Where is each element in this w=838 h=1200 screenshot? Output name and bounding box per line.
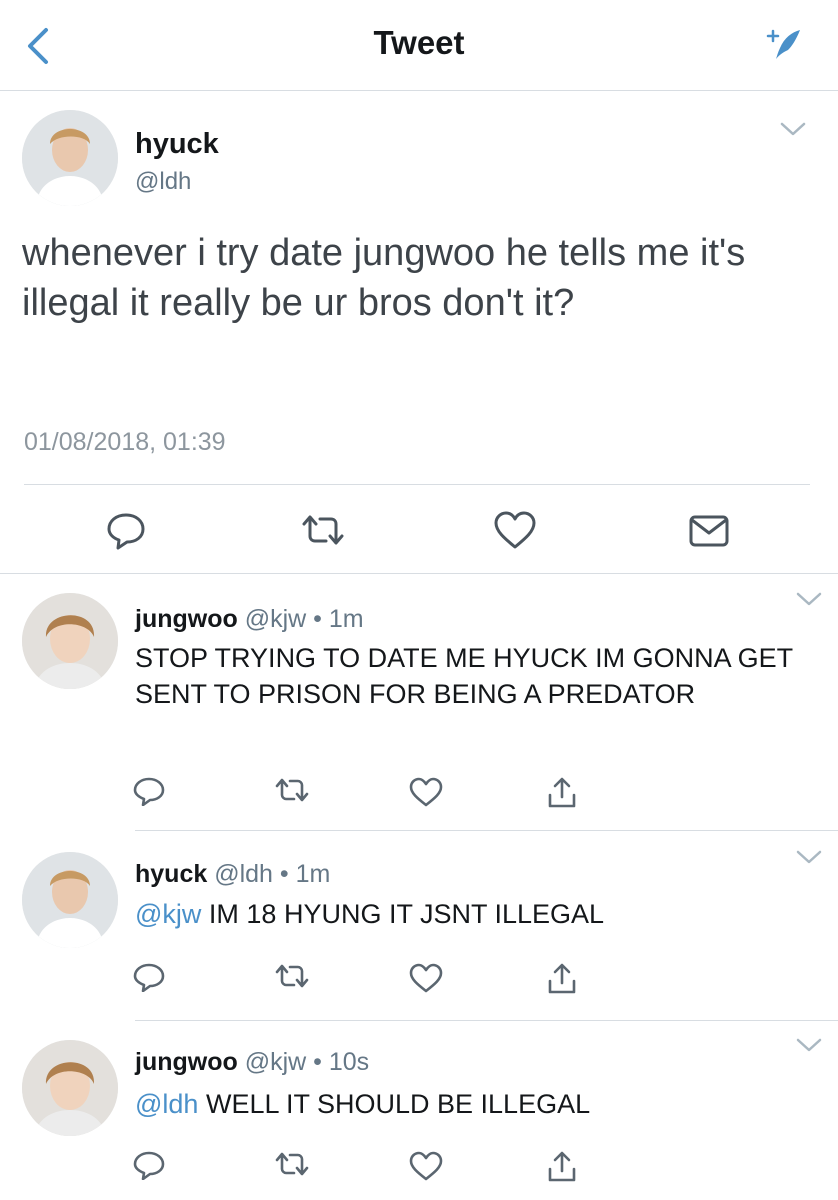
retweet-icon[interactable] [272,776,312,804]
reply-time: 1m [328,605,364,633]
chevron-down-icon [780,122,806,136]
author-name[interactable]: hyuck [135,128,219,161]
share-icon[interactable] [546,1150,578,1184]
reply-text: WELL IT SHOULD BE ILLEGAL [205,1089,591,1119]
separator-dot: • [279,860,289,888]
tweet-menu-button[interactable] [794,590,824,608]
direct-message-icon[interactable] [688,514,730,548]
reply-divider [135,1020,838,1021]
tweet-timestamp: 01/08/2018, 01:39 [24,428,226,456]
compose-button[interactable] [758,24,804,64]
main-tweet-divider [0,573,838,574]
author-name[interactable]: jungwoo [135,605,238,633]
timestamp-divider [24,484,810,485]
reply-icon[interactable] [104,510,148,550]
separator-dot: • [313,605,322,633]
tweet-menu-button[interactable] [794,848,824,866]
avatar[interactable] [22,593,118,689]
author-name[interactable]: jungwoo [135,1048,238,1076]
avatar[interactable] [22,110,118,206]
chevron-down-icon [796,850,822,864]
reply-header: jungwoo @kjw • 1m [135,605,364,634]
reply-icon[interactable] [132,1150,166,1180]
author-handle[interactable]: @ldh [135,168,191,196]
reply-header: hyuck @ldh • 1m [135,860,330,889]
like-icon[interactable] [408,962,444,994]
page-title: Tweet [373,24,465,61]
author-handle[interactable]: @ldh [214,860,273,888]
reply-icon[interactable] [132,962,166,992]
avatar[interactable] [22,852,118,948]
reply-time: 10s [328,1048,370,1076]
reply-time: 1m [295,860,331,888]
like-icon[interactable] [408,776,444,808]
author-handle[interactable]: @kjw [245,605,307,633]
mention-link[interactable]: @kjw [135,899,201,929]
share-icon[interactable] [546,776,578,810]
compose-tweet-icon [766,29,800,59]
mention-link[interactable]: @ldh [135,1089,198,1119]
tweet-text: whenever i try date jungwoo he tells me … [22,232,746,324]
reply-divider [135,830,838,831]
header-divider [0,90,838,91]
like-icon[interactable] [492,510,538,550]
tweet-menu-button[interactable] [778,120,808,138]
chevron-down-icon [796,1038,822,1052]
reply-text-line: @ldh WELL IT SHOULD BE ILLEGAL [135,1086,815,1122]
reply-text-line: @kjw IM 18 HYUNG IT JSNT ILLEGAL [135,896,815,932]
retweet-icon[interactable] [272,962,312,990]
reply-header: jungwoo @kjw • 10s [135,1048,369,1077]
avatar[interactable] [22,1040,118,1136]
reply-text: STOP TRYING TO DATE ME HYUCK IM GONNA GE… [135,643,793,709]
reply-icon[interactable] [132,776,166,806]
author-handle[interactable]: @kjw [245,1048,307,1076]
retweet-icon[interactable] [298,512,348,548]
share-icon[interactable] [546,962,578,996]
separator-dot: • [313,1048,322,1076]
author-name[interactable]: hyuck [135,860,207,888]
reply-text: IM 18 HYUNG IT JSNT ILLEGAL [208,899,605,929]
retweet-icon[interactable] [272,1150,312,1178]
chevron-down-icon [796,592,822,606]
like-icon[interactable] [408,1150,444,1182]
tweet-menu-button[interactable] [794,1036,824,1054]
